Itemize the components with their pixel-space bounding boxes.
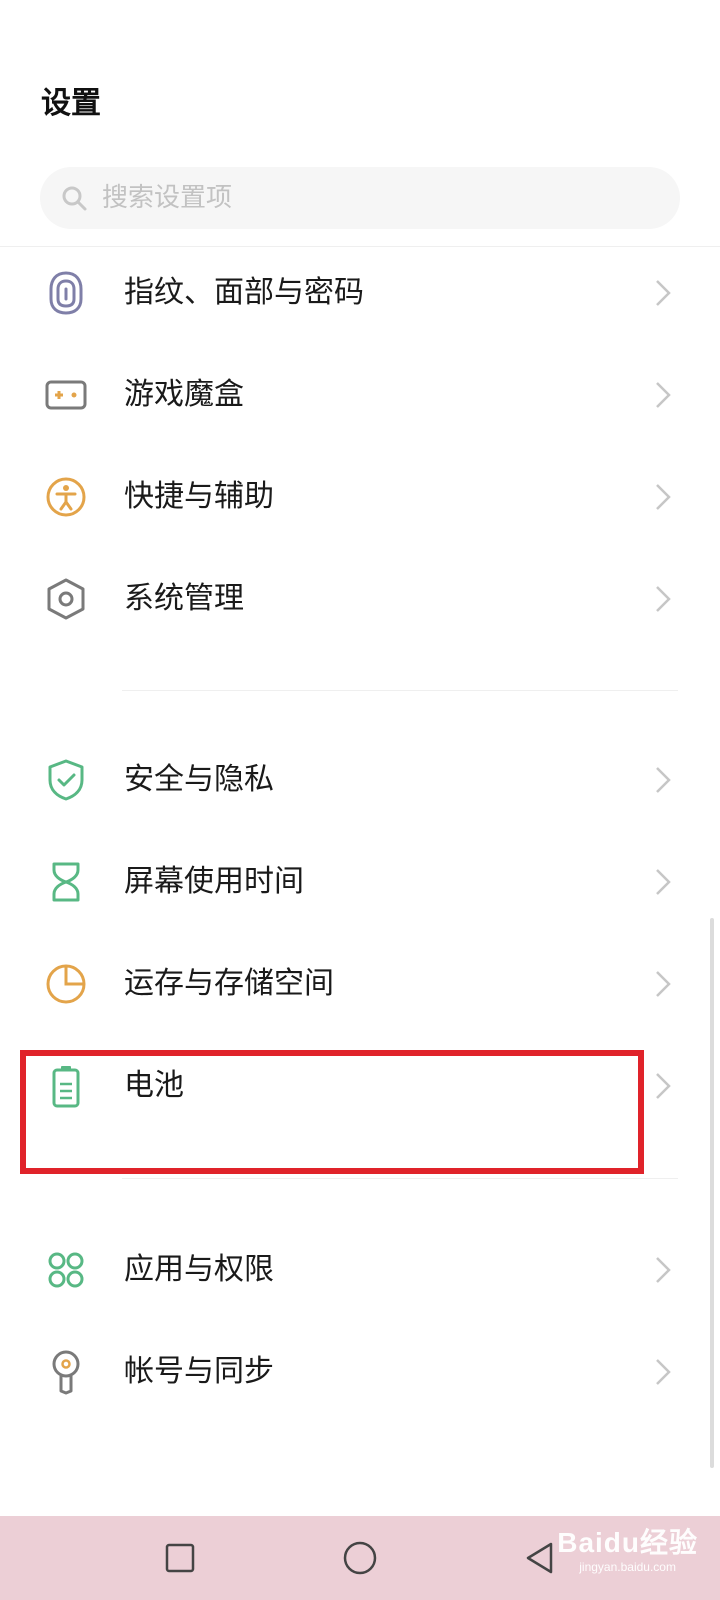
chevron-right-icon bbox=[656, 767, 671, 793]
accessibility-icon bbox=[44, 471, 88, 523]
chevron-right-icon bbox=[656, 586, 671, 612]
watermark-sub: jingyan.baidu.com bbox=[579, 1560, 676, 1574]
group-divider bbox=[122, 690, 678, 691]
search-bar[interactable] bbox=[40, 167, 680, 229]
group-divider bbox=[122, 1178, 678, 1179]
settings-item-memory-storage[interactable]: 运存与存储空间 bbox=[0, 934, 720, 1034]
pie-chart-icon bbox=[44, 958, 88, 1010]
settings-item-game-box[interactable]: 游戏魔盒 bbox=[0, 345, 720, 445]
gamepad-icon bbox=[44, 369, 88, 421]
chevron-right-icon bbox=[656, 484, 671, 510]
home-button[interactable] bbox=[300, 1516, 420, 1600]
search-input[interactable] bbox=[102, 178, 642, 218]
settings-item-label: 指纹、面部与密码 bbox=[124, 275, 364, 310]
settings-item-label: 屏幕使用时间 bbox=[124, 864, 304, 899]
search-icon bbox=[58, 182, 90, 214]
settings-item-account-sync[interactable]: 帐号与同步 bbox=[0, 1322, 720, 1422]
settings-item-shortcuts-accessibility[interactable]: 快捷与辅助 bbox=[0, 447, 720, 547]
chevron-right-icon bbox=[656, 971, 671, 997]
watermark-main: Baidu经验 bbox=[557, 1527, 698, 1558]
settings-item-label: 帐号与同步 bbox=[124, 1354, 274, 1389]
settings-item-label: 电池 bbox=[124, 1068, 184, 1103]
chevron-right-icon bbox=[656, 1359, 671, 1385]
recent-apps-button[interactable] bbox=[120, 1516, 240, 1600]
chevron-right-icon bbox=[656, 382, 671, 408]
settings-item-fingerprint-face-password[interactable]: 指纹、面部与密码 bbox=[0, 243, 720, 343]
settings-item-security-privacy[interactable]: 安全与隐私 bbox=[0, 730, 720, 830]
hourglass-icon bbox=[44, 856, 88, 908]
fingerprint-icon bbox=[44, 267, 88, 319]
circle-icon bbox=[343, 1541, 377, 1575]
back-triangle-icon bbox=[526, 1542, 553, 1574]
page-title: 设置 bbox=[41, 86, 101, 121]
settings-item-label: 应用与权限 bbox=[124, 1252, 274, 1287]
settings-item-screen-time[interactable]: 屏幕使用时间 bbox=[0, 832, 720, 932]
settings-item-label: 运存与存储空间 bbox=[124, 966, 334, 1001]
chevron-right-icon bbox=[656, 1073, 671, 1099]
apps-grid-icon bbox=[44, 1244, 88, 1296]
shield-check-icon bbox=[44, 754, 88, 806]
settings-item-label: 安全与隐私 bbox=[124, 762, 274, 797]
chevron-right-icon bbox=[656, 869, 671, 895]
settings-item-label: 系统管理 bbox=[124, 581, 244, 616]
scrollbar[interactable] bbox=[710, 918, 714, 1468]
settings-item-label: 游戏魔盒 bbox=[124, 377, 244, 412]
square-icon bbox=[165, 1543, 195, 1573]
watermark: Baidu经验 jingyan.baidu.com bbox=[557, 1526, 698, 1574]
account-key-icon bbox=[44, 1346, 88, 1398]
hexagon-settings-icon bbox=[44, 573, 88, 625]
chevron-right-icon bbox=[656, 280, 671, 306]
battery-icon bbox=[44, 1060, 88, 1112]
settings-item-system-management[interactable]: 系统管理 bbox=[0, 549, 720, 649]
settings-item-battery[interactable]: 电池 bbox=[0, 1036, 720, 1136]
settings-item-apps-permissions[interactable]: 应用与权限 bbox=[0, 1220, 720, 1320]
chevron-right-icon bbox=[656, 1257, 671, 1283]
settings-item-label: 快捷与辅助 bbox=[124, 479, 274, 514]
